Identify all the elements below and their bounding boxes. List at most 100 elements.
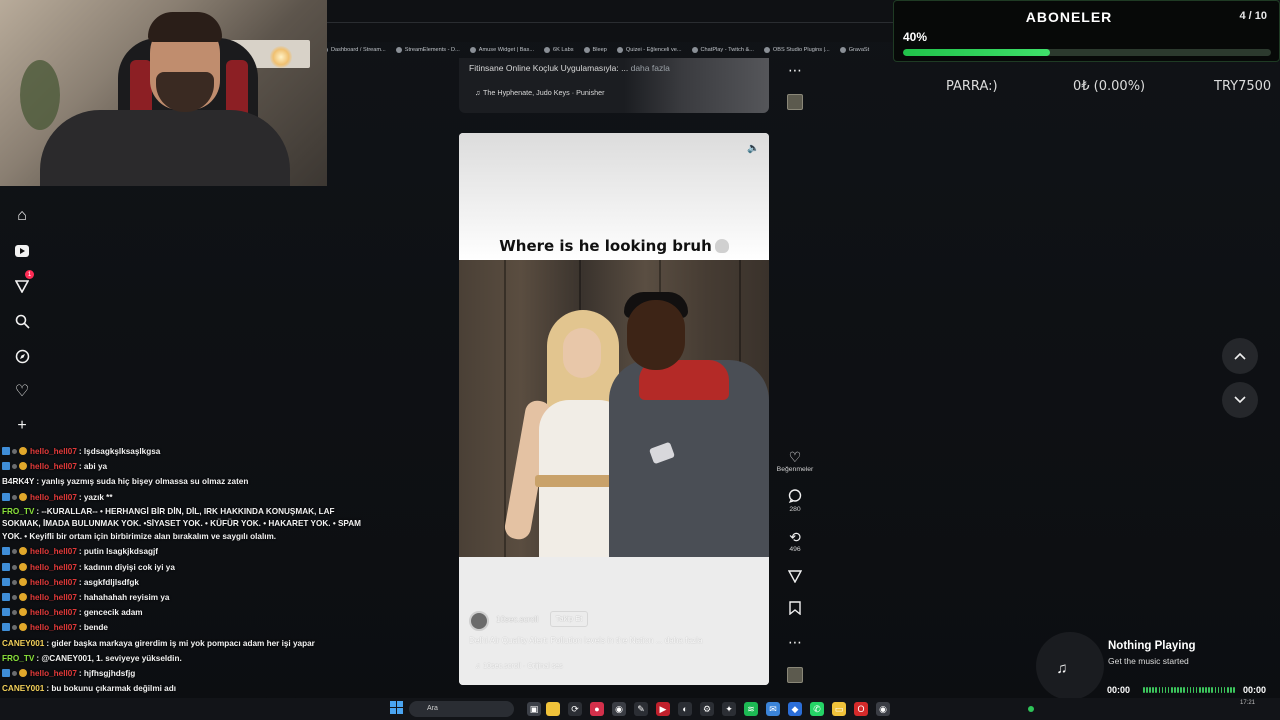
bookmark-item[interactable]: StreamElements - D... — [395, 43, 460, 57]
chat-username[interactable]: hello_hell07 — [30, 623, 77, 632]
taskbar-search[interactable]: Ara — [409, 701, 514, 717]
obs-icon[interactable]: ◐ — [678, 702, 692, 716]
chrome-icon[interactable]: ◉ — [876, 702, 890, 716]
more-options-icon[interactable]: ⋯ — [775, 634, 815, 650]
previous-music[interactable]: ♫ The Hyphenate, Judo Keys · Punisher — [475, 88, 604, 97]
chat-username[interactable]: CANEY001 — [2, 639, 44, 648]
woman-face — [563, 328, 601, 378]
creator-avatar[interactable] — [469, 611, 489, 631]
home-icon[interactable]: ⌂ — [10, 204, 34, 228]
bookmark-label: Bleep — [592, 47, 607, 53]
inbox-icon[interactable]: 1 — [10, 270, 34, 298]
bookmarks-bar: Dashboard / Stream... StreamElements - D.… — [322, 43, 897, 57]
chat-badges — [2, 544, 27, 556]
mail-icon[interactable]: ✉ — [766, 702, 780, 716]
app-icon[interactable]: ⟳ — [568, 702, 582, 716]
opera-icon[interactable]: O — [854, 702, 868, 716]
chat-username[interactable]: hello_hell07 — [30, 563, 77, 572]
previous-music-text: The Hyphenate, Judo Keys · Punisher — [483, 88, 605, 97]
previous-video-card[interactable]: Fitinsane Online Koçluk Uygulamasıyla: .… — [459, 58, 769, 113]
chat-text: : abi ya — [78, 462, 108, 472]
folder-icon[interactable]: ▭ — [832, 702, 846, 716]
chat-username[interactable]: hello_hell07 — [30, 669, 77, 678]
chat-username[interactable]: hello_hell07 — [30, 593, 77, 602]
settings-icon[interactable]: ⚙ — [700, 702, 714, 716]
bookmark-item[interactable]: OBS Studio Plugins |... — [763, 43, 830, 57]
comment-button[interactable]: 280 — [775, 489, 815, 513]
music-bar-segment — [1230, 687, 1232, 693]
subs-progress-track — [903, 49, 1271, 56]
follow-button[interactable]: Takip Et — [550, 611, 588, 627]
search-icon[interactable] — [10, 309, 34, 333]
creator-username[interactable]: 10sec.scroll — [496, 615, 538, 624]
chat-message: hello_hell07: asgkfdljlsdfgk — [0, 575, 370, 590]
bookmark-item[interactable]: GravaSt — [839, 43, 870, 57]
bookmark-item[interactable]: Bleep — [583, 43, 607, 57]
youtube-icon[interactable]: ▶ — [656, 702, 670, 716]
music-bar-segment — [1217, 687, 1220, 693]
spotify-icon[interactable]: ≋ — [744, 702, 758, 716]
like-button[interactable]: ♡ Beğenmeler — [775, 449, 815, 473]
bookmark-item[interactable]: 6K Labs — [544, 43, 574, 57]
chat-username[interactable]: hello_hell07 — [30, 578, 77, 587]
task-view-icon[interactable]: ▣ — [527, 702, 541, 716]
chat-username[interactable]: CANEY001 — [2, 684, 44, 693]
chat-badge-icon — [19, 577, 27, 586]
chat-username[interactable]: hello_hell07 — [30, 462, 77, 471]
chat-username[interactable]: hello_hell07 — [30, 608, 77, 617]
stream-chat: hello_hell07: lşdsagkşlksaşlkgsa hello_he… — [0, 444, 370, 720]
chat-badges — [2, 605, 27, 617]
chat-username[interactable]: hello_hell07 — [30, 547, 77, 556]
bookmark-item[interactable]: Quizei - Eğlenceli ve... — [616, 43, 682, 57]
bookmark-label: GravaSt — [848, 47, 870, 53]
taskbar-clock[interactable]: 17:21 — [1240, 700, 1255, 706]
explore-icon[interactable] — [10, 344, 34, 368]
file-explorer-icon[interactable] — [546, 702, 560, 716]
windows-start-icon[interactable] — [390, 701, 403, 714]
chat-badge-icon — [12, 464, 17, 470]
previous-more-link[interactable]: daha fazla — [631, 63, 670, 73]
repost-button[interactable]: ⟲ 496 — [775, 529, 815, 553]
bookmark-item[interactable]: Amuse Widget | Bas... — [469, 43, 534, 57]
chat-username[interactable]: hello_hell07 — [30, 493, 77, 502]
previous-video-arrow-icon[interactable] — [1222, 338, 1258, 374]
chat-text: : gider başka markaya girerdim iş mi yok… — [46, 638, 315, 648]
video-music[interactable]: ♫ 10sec.scroll · Orijinal ses — [475, 661, 563, 670]
chat-message: hello_hell07: yazık ** — [0, 490, 370, 505]
music-bar-segment — [1202, 687, 1204, 693]
add-icon[interactable]: + — [10, 414, 34, 438]
app-icon[interactable]: ✦ — [722, 702, 736, 716]
whatsapp-icon[interactable]: ✆ — [810, 702, 824, 716]
chat-text: : yazık ** — [78, 492, 113, 502]
chat-username[interactable]: B4RK4Y — [2, 477, 34, 486]
chat-username[interactable]: hello_hell07 — [30, 447, 77, 456]
bookmark-button[interactable] — [775, 601, 815, 617]
previous-sound-thumb[interactable] — [787, 94, 803, 110]
more-options-icon[interactable]: ⋯ — [775, 62, 815, 78]
music-note-icon: ♫ — [475, 661, 481, 670]
sound-thumb[interactable] — [787, 667, 803, 683]
previous-caption: Fitinsane Online Koçluk Uygulamasıyla: .… — [469, 63, 670, 73]
chat-badges — [2, 575, 27, 586]
bookmark-item[interactable]: ChatPlay - Twitch &... — [691, 43, 754, 57]
video-icon[interactable] — [10, 239, 34, 263]
music-bar-segment — [1152, 687, 1154, 693]
video-card[interactable]: 🔈 Where is he looking bruh 10sec.scroll … — [459, 133, 769, 685]
favorites-icon[interactable]: ♡ — [10, 379, 34, 403]
chat-username[interactable]: FRO_TV — [2, 507, 34, 516]
app-icon[interactable]: ◆ — [788, 702, 802, 716]
share-button[interactable] — [775, 569, 815, 585]
next-video-arrow-icon[interactable] — [1222, 382, 1258, 418]
app-icon[interactable]: ● — [590, 702, 604, 716]
chrome-icon[interactable]: ◉ — [612, 702, 626, 716]
bookmark-item[interactable]: Dashboard / Stream... — [322, 43, 386, 57]
chat-username[interactable]: FRO_TV — [2, 654, 34, 663]
more-link[interactable]: daha fazla — [665, 636, 703, 645]
chat-badge-icon — [12, 610, 17, 616]
sound-icon[interactable]: 🔈 — [747, 143, 759, 154]
tab-divider — [327, 22, 897, 23]
video-frame[interactable] — [459, 260, 769, 557]
app-icon[interactable]: ✎ — [634, 702, 648, 716]
subs-percent: 40% — [903, 30, 928, 44]
chat-message: FRO_TV: @CANEY001, 1. seviyeye yükseldin… — [0, 651, 370, 666]
